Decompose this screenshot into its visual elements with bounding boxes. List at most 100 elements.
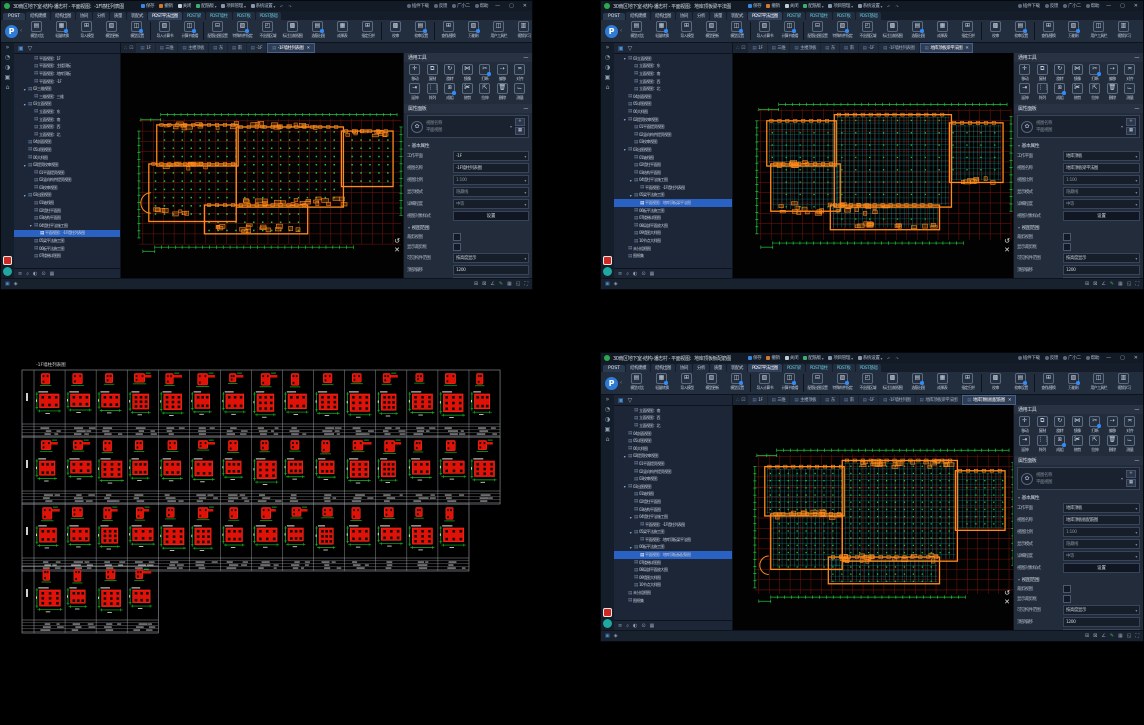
ribbon-button[interactable]: ◰不出图区域 <box>855 373 880 391</box>
edit-tool-button[interactable]: ⇱拉伸 <box>1086 83 1104 101</box>
model-icon[interactable]: ▣ <box>5 75 11 81</box>
edit-tool-button[interactable]: ⇱拉伸 <box>1086 435 1104 453</box>
undo-overlay-icon[interactable]: ↺ <box>1004 590 1010 597</box>
tree-item[interactable]: ▤05梁平法施工图 <box>14 237 120 245</box>
scale-select[interactable]: 1:100▾ <box>1063 175 1140 185</box>
title-right-item[interactable]: 广小二 <box>1063 355 1081 361</box>
tree-item[interactable]: ▾▤02三维视图 <box>14 85 120 93</box>
ribbon-tab[interactable]: PDST基础 <box>256 12 282 20</box>
close-button[interactable]: ✕ <box>521 3 529 9</box>
home-icon[interactable]: ⌂ <box>606 85 610 91</box>
red-app-badge-icon[interactable] <box>603 608 612 617</box>
ribbon-tab[interactable]: 结构出图 <box>651 364 675 372</box>
expand-panel-icon[interactable]: » <box>606 45 610 51</box>
tree-item[interactable]: ▾▤02提资校审视图 <box>614 453 732 461</box>
tree-item[interactable]: ▤平面视图：-1F墙柱列表图 <box>14 230 120 238</box>
ribbon-tab[interactable]: PDST梁 <box>783 12 805 20</box>
work_plane-select[interactable]: 地库顶板▾ <box>1063 151 1140 161</box>
top_offset-input[interactable]: 1200 <box>1063 265 1140 275</box>
theme-icon[interactable]: ◐ <box>33 271 37 277</box>
collapse-section-icon[interactable]: — <box>523 55 528 61</box>
layers-icon[interactable]: ◑ <box>605 65 610 71</box>
ribbon-tab[interactable]: 分析 <box>693 12 709 20</box>
tree-item[interactable]: ▤02墙柱平面图 <box>614 161 732 169</box>
doc-tab[interactable]: ▤-1F <box>247 43 266 53</box>
draw-icon[interactable]: ✎ <box>1110 633 1114 639</box>
view_name-input[interactable]: 地库顶板板配筋图 <box>1063 515 1140 525</box>
tree-item[interactable]: ▾▤03立面视图 <box>14 101 120 109</box>
ribbon-button[interactable]: ⊞导入模型 <box>674 373 699 391</box>
tree-item[interactable]: ▤09墙图大样图 <box>614 230 732 238</box>
ribbon-button[interactable]: ▩校审 <box>383 21 408 39</box>
visible_range-select[interactable]: 按高度显示▾ <box>1063 605 1140 615</box>
collapse-section-icon[interactable]: — <box>1134 407 1139 413</box>
ribbon-tab[interactable]: PDST板 <box>233 12 255 20</box>
edit-tool-button[interactable]: ≍对齐 <box>1121 416 1139 434</box>
tree-expander-icon[interactable]: ▾ <box>22 163 27 168</box>
title-menu-item[interactable]: 关闭 <box>178 3 191 9</box>
ribbon-tab[interactable]: 协同 <box>676 12 692 20</box>
collapse-ribbon-icon[interactable]: ‹ <box>620 380 622 386</box>
tree-item[interactable]: ▤04剖面视图 <box>614 430 732 438</box>
ribbon-tab[interactable]: PDST平法出图 <box>748 12 782 20</box>
tree-item[interactable]: ▤立面视图：南 <box>14 116 120 124</box>
title-menu-item[interactable]: 系统设置▾ <box>251 3 275 9</box>
ribbon-tab[interactable]: 质量 <box>710 364 726 372</box>
grid-icon[interactable]: ▦ <box>650 271 655 277</box>
title-right-item[interactable]: 反馈 <box>1045 355 1058 361</box>
ribbon-button[interactable]: ◫计算书查看 <box>777 21 802 39</box>
tree-item[interactable]: ▤平面视图：-1F墙柱列表图 <box>614 521 732 529</box>
tab-list-icon[interactable]: ∴ <box>736 397 739 403</box>
ribbon-button[interactable]: ◰不出图区域 <box>855 21 880 39</box>
ribbon-button[interactable]: ⊟配筋出图设置 <box>805 373 830 391</box>
tree-item[interactable]: ▤立面视图：北 <box>614 422 732 430</box>
grid-icon[interactable]: ▦ <box>650 623 655 629</box>
tree-item[interactable]: ▤立面视图：南 <box>614 70 732 78</box>
ribbon-tab[interactable]: 质量 <box>110 12 126 20</box>
tree-item[interactable]: ▤02竖向构件提资视图 <box>14 177 120 185</box>
edit-tool-button[interactable]: ✂打断 <box>1086 64 1104 82</box>
ribbon-button[interactable]: ▧万能刷 <box>1061 373 1086 391</box>
tree-item[interactable]: ▤01轴线图 <box>614 491 732 499</box>
title-menu-item[interactable]: 配筋版▾ <box>803 355 823 361</box>
tree-item[interactable]: ▤02竖向构件提资视图 <box>614 131 732 139</box>
tree-item[interactable]: ▤未分组视图 <box>614 245 732 253</box>
tree-item[interactable]: ▤03结构平面图 <box>14 214 120 222</box>
ortho-icon[interactable]: ∠ <box>1101 281 1105 287</box>
teal-app-badge-icon[interactable] <box>603 619 612 628</box>
title-menu-item[interactable]: 保存 <box>748 3 761 9</box>
ribbon-button[interactable]: ▧模型更新 <box>699 21 724 39</box>
target-icon[interactable]: ⊙ <box>641 271 645 277</box>
display_mode-select[interactable]: 隐藏线▾ <box>1063 539 1140 549</box>
ribbon-button[interactable]: ▩标注当前视图 <box>880 373 905 391</box>
new-view-icon[interactable]: ⊡ <box>741 45 745 51</box>
ribbon-tab[interactable]: 分析 <box>693 364 709 372</box>
edit-tool-button[interactable]: ⧈成组 <box>1051 435 1069 453</box>
search-icon[interactable]: ⌕ <box>626 623 629 629</box>
tree-item[interactable]: ▾▤04墙柱平法施工图 <box>614 177 732 185</box>
home-icon[interactable]: ⌂ <box>6 85 10 91</box>
detail_level-select[interactable]: 中等▾ <box>453 199 529 209</box>
close-overlay-icon[interactable]: ✕ <box>394 247 400 254</box>
target-icon[interactable]: ⊙ <box>41 271 45 277</box>
tree-item[interactable]: ▤平面视图：地库顶板梁平法图 <box>614 199 732 207</box>
title-menu-item[interactable]: 项目管理▾ <box>221 3 245 9</box>
pdst-logo-button[interactable]: P <box>605 25 618 38</box>
edit-tool-button[interactable]: ⧈成组 <box>1051 83 1069 101</box>
ribbon-button[interactable]: ▩标注当前视图 <box>880 21 905 39</box>
ribbon-button[interactable]: ⊞指定归并 <box>355 21 380 39</box>
doc-tab[interactable]: ▤-1F <box>859 43 878 53</box>
clip_view-checkbox[interactable] <box>453 233 461 241</box>
tree-item[interactable]: ▤06大样图 <box>614 108 732 116</box>
new-view-icon[interactable]: ⊡ <box>741 397 745 403</box>
tree-item[interactable]: ▤平面视图：主楼顶板 <box>14 63 120 71</box>
edit-tool-button[interactable]: ≍对齐 <box>1121 64 1139 82</box>
tree-expander-icon[interactable]: ▾ <box>628 178 633 183</box>
edit-tool-button[interactable]: ✀修剪 <box>1069 435 1087 453</box>
close-button[interactable]: ✕ <box>1132 355 1140 361</box>
title-menu-item[interactable]: 配筋版▾ <box>196 3 216 9</box>
tree-item[interactable]: ▤06大样图 <box>14 154 120 162</box>
ribbon-button[interactable]: ▤选筋出图 <box>905 373 930 391</box>
minimize-button[interactable]: — <box>493 3 502 9</box>
doc-tab[interactable]: ▤1F <box>748 43 766 53</box>
